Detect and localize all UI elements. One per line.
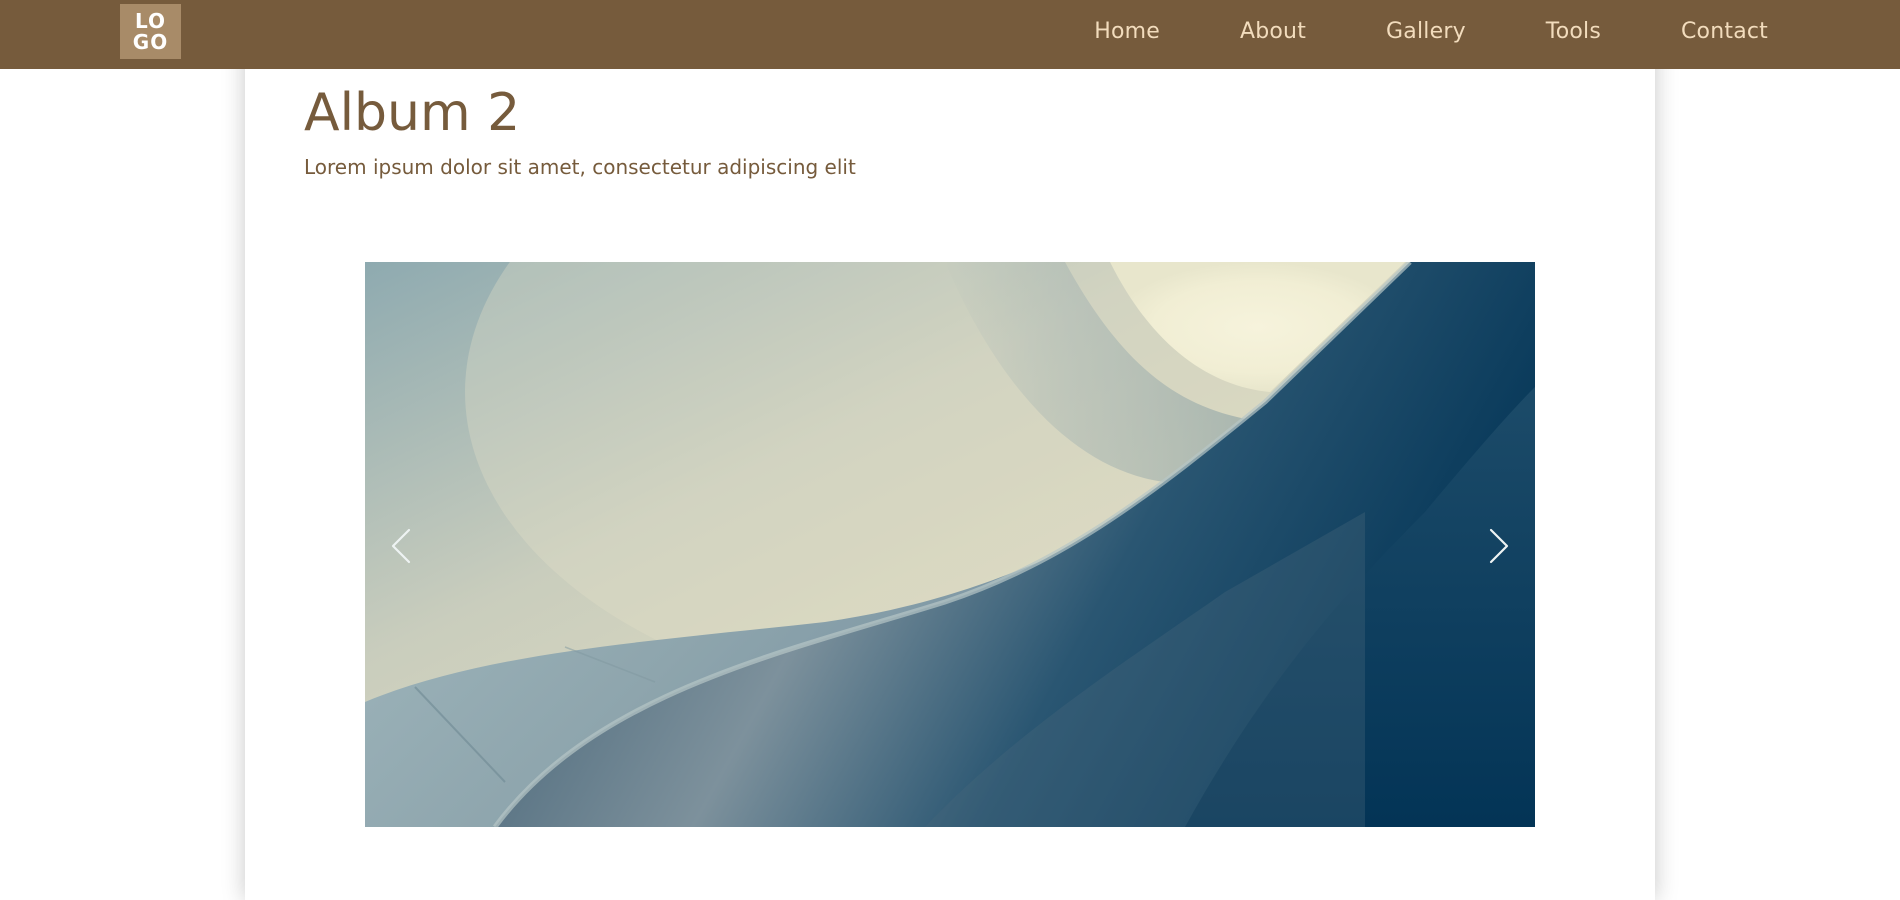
page-title: Album 2 xyxy=(304,83,521,143)
main-nav: Home About Gallery Tools Contact xyxy=(1094,0,1768,63)
chevron-right-icon xyxy=(1489,528,1509,564)
nav-link-contact[interactable]: Contact xyxy=(1681,19,1768,44)
page-subtitle: Lorem ipsum dolor sit amet, consectetur … xyxy=(304,155,856,179)
slider-next-button[interactable] xyxy=(1477,520,1521,572)
gallery-slider[interactable] xyxy=(365,262,1535,827)
logo-text-line-1: LO xyxy=(134,8,167,33)
nav-link-tools[interactable]: Tools xyxy=(1546,19,1601,44)
logo[interactable]: LO GO xyxy=(120,4,181,59)
logo-text-line-2: GO xyxy=(132,29,169,54)
nav-link-gallery[interactable]: Gallery xyxy=(1386,19,1466,44)
chevron-left-icon xyxy=(391,528,411,564)
slide-image xyxy=(365,262,1535,827)
site-header: LO GO Home About Gallery Tools Contact xyxy=(0,0,1900,69)
slider-prev-button[interactable] xyxy=(379,520,423,572)
nav-link-home[interactable]: Home xyxy=(1094,19,1160,44)
nav-link-about[interactable]: About xyxy=(1240,19,1306,44)
